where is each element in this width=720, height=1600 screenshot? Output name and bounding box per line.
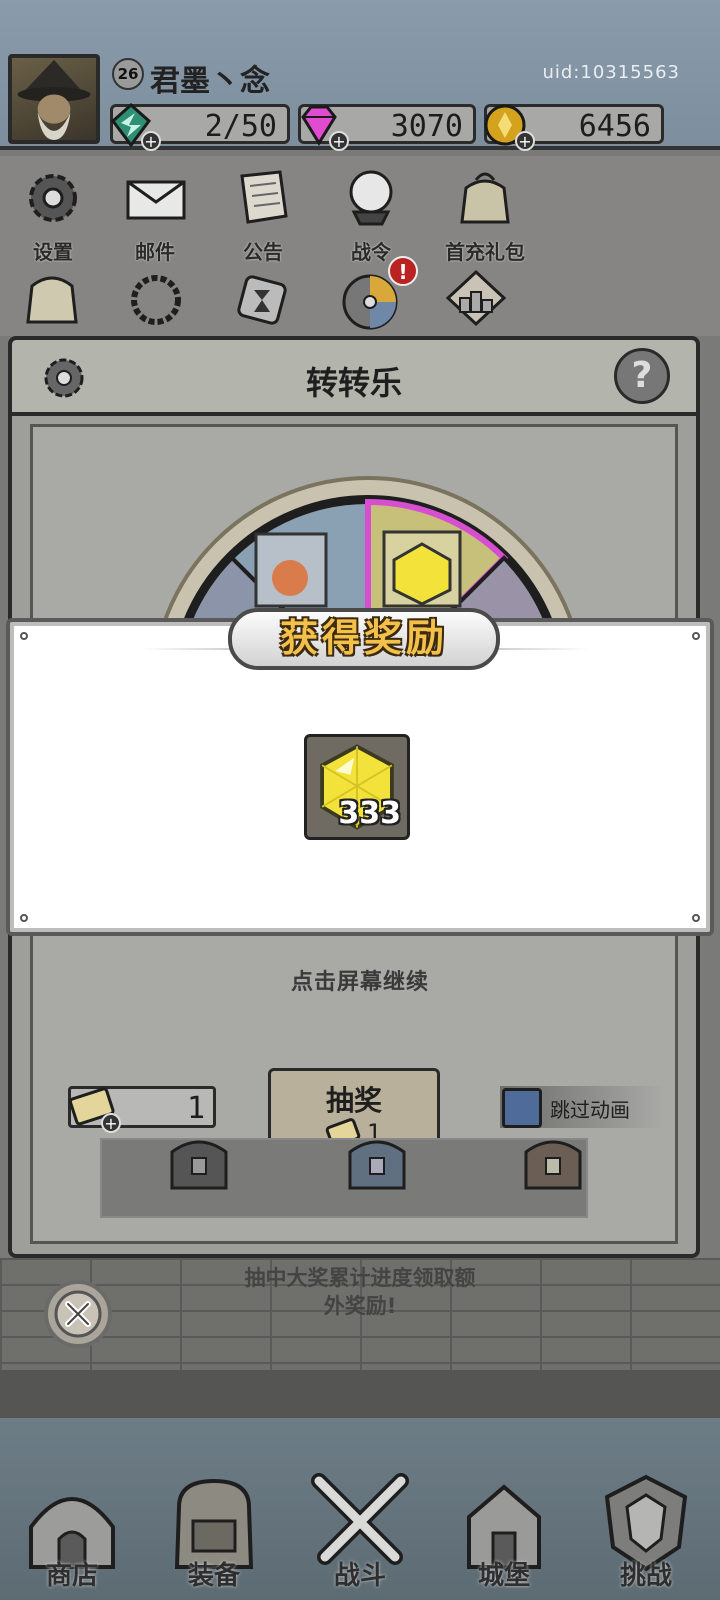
crystal-ball-icon <box>349 170 393 226</box>
wizard-portrait-icon <box>17 59 91 140</box>
envelope-icon <box>126 180 186 220</box>
gem-value: 3070 <box>390 109 463 144</box>
menu-settings[interactable]: 设置 <box>8 166 98 265</box>
gift-bag-icon <box>460 172 510 224</box>
spin-panel-header: 转转乐 ? <box>12 340 696 416</box>
coin-counter[interactable]: + 6456 <box>484 104 664 151</box>
chest-icon[interactable] <box>166 1132 232 1192</box>
nav-battle[interactable]: 战斗 <box>300 1467 420 1592</box>
menu-announcement[interactable]: 公告 <box>218 166 308 265</box>
ranking-podium-icon[interactable] <box>444 268 508 328</box>
nav-equipment[interactable]: 装备 <box>154 1467 274 1592</box>
coin-value: 6456 <box>578 109 651 144</box>
gem-counter[interactable]: + 3070 <box>298 104 476 151</box>
menu-first-recharge-label: 首充礼包 <box>445 240 525 264</box>
nav-shop[interactable]: 商店 <box>12 1467 132 1592</box>
jackpot-note-line1: 抽中大奖累计进度领取额 <box>244 1266 476 1290</box>
energy-counter[interactable]: + 2/50 <box>110 102 290 151</box>
menu-battle-pass[interactable]: 战令 <box>326 166 416 265</box>
top-bar: 26 君墨丶念 uid:10315563 + 2/50 + 3070 + 645… <box>0 0 720 151</box>
help-button[interactable]: ? <box>614 348 670 404</box>
dialog-rivet <box>692 632 700 640</box>
scroll-icon <box>240 170 288 224</box>
icon-menu: 设置 邮件 公告 战令 首充礼包 ! <box>0 156 720 336</box>
skip-animation-label: 跳过动画 <box>550 1098 630 1122</box>
player-name: 君墨丶念 <box>150 64 270 99</box>
nav-castle[interactable]: 城堡 <box>444 1467 564 1592</box>
close-button[interactable] <box>44 1280 112 1348</box>
skip-animation-toggle[interactable]: 跳过动画 <box>500 1086 664 1128</box>
energy-add-icon[interactable]: + <box>141 131 161 151</box>
bag-icon[interactable] <box>22 266 82 326</box>
ticket-count: 1 <box>186 1091 205 1126</box>
alert-badge: ! <box>388 256 418 286</box>
reward-item[interactable]: 333 <box>304 734 410 840</box>
reward-dialog[interactable]: 获得奖励 333 <box>6 608 714 936</box>
draw-button-label: 抽奖 <box>325 1084 382 1117</box>
menu-mail[interactable]: 邮件 <box>110 166 200 265</box>
menu-first-recharge[interactable]: 首充礼包 <box>430 166 540 265</box>
chest-icon[interactable] <box>344 1132 410 1192</box>
coin-add-icon[interactable]: + <box>515 131 535 151</box>
close-icon <box>54 1290 102 1338</box>
hourglass-icon[interactable] <box>232 266 292 326</box>
dialog-rivet <box>692 914 700 922</box>
dialog-rivet <box>20 914 28 922</box>
reward-title-plate: 获得奖励 <box>228 608 500 670</box>
nav-challenge[interactable]: 挑战 <box>586 1467 706 1592</box>
bottom-nav: 商店 装备 战斗 城堡 挑战 <box>0 1418 720 1600</box>
player-level-badge: 26 <box>112 58 144 90</box>
reward-title: 获得奖励 <box>279 615 448 660</box>
gem-add-icon[interactable]: + <box>329 131 349 151</box>
player-avatar[interactable] <box>8 54 100 144</box>
menu-settings-label: 设置 <box>33 240 73 264</box>
spin-panel-title: 转转乐 <box>305 364 402 402</box>
skip-animation-checkbox[interactable] <box>502 1088 542 1128</box>
ticket-counter[interactable]: + 1 <box>68 1086 216 1133</box>
menu-mail-label: 邮件 <box>135 240 175 264</box>
ticket-add-icon[interactable]: + <box>101 1113 121 1133</box>
player-uid: uid:10315563 <box>542 62 680 83</box>
reward-quantity: 333 <box>338 796 401 831</box>
tap-to-continue-hint: 点击屏幕继续 <box>290 970 429 995</box>
laurel-icon[interactable] <box>126 266 186 326</box>
dialog-rivet <box>20 632 28 640</box>
energy-value: 2/50 <box>204 109 277 144</box>
menu-announcement-label: 公告 <box>243 240 283 264</box>
chest-icon[interactable] <box>520 1132 586 1192</box>
gear-icon <box>29 174 77 222</box>
